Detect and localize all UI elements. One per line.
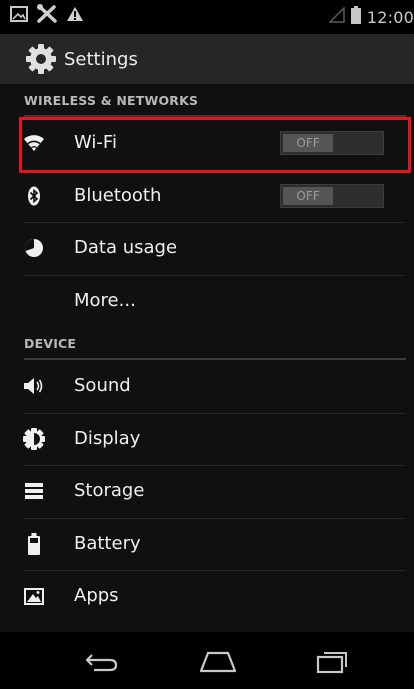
navigation-bar	[0, 632, 414, 689]
settings-item-bluetooth[interactable]: Bluetooth OFF	[0, 169, 414, 223]
more-label: More...	[74, 289, 136, 311]
section-header-wireless: WIRELESS & NETWORKS	[24, 84, 406, 117]
bluetooth-icon	[22, 184, 46, 208]
clock: 12:00	[366, 7, 414, 27]
page-title: Settings	[64, 48, 138, 70]
back-icon[interactable]	[72, 642, 132, 682]
bluetooth-label: Bluetooth	[74, 184, 162, 206]
action-bar: Settings	[0, 34, 414, 84]
battery-label: Battery	[74, 532, 141, 554]
settings-item-wifi[interactable]: Wi-Fi OFF	[0, 117, 414, 170]
settings-item-data-usage[interactable]: Data usage	[0, 222, 414, 275]
settings-item-display[interactable]: Display	[0, 412, 414, 466]
wifi-toggle-state: OFF	[283, 134, 333, 153]
settings-item-sound[interactable]: Sound	[0, 360, 414, 413]
sound-icon	[22, 374, 46, 398]
display-icon	[22, 427, 46, 451]
gallery-icon	[10, 6, 28, 26]
settings-item-battery[interactable]: Battery	[0, 517, 414, 571]
section-header-device: DEVICE	[24, 327, 406, 360]
settings-screen: 12:00 Settings WIRELESS & NETWORKS Wi-Fi…	[0, 0, 414, 689]
settings-list[interactable]: WIRELESS & NETWORKS Wi-Fi OFF Bluetooth …	[0, 84, 414, 632]
warning-icon	[66, 6, 84, 26]
sound-label: Sound	[74, 375, 131, 397]
display-label: Display	[74, 427, 141, 449]
battery-icon	[350, 6, 361, 28]
storage-label: Storage	[74, 480, 145, 502]
battery-icon	[22, 532, 46, 556]
tools-icon	[36, 4, 58, 28]
settings-gear-icon[interactable]	[24, 42, 58, 76]
apps-label: Apps	[74, 585, 119, 607]
settings-item-more[interactable]: More...	[0, 274, 414, 328]
notification-icons	[10, 4, 84, 28]
bluetooth-toggle[interactable]: OFF	[280, 183, 384, 208]
settings-item-storage[interactable]: Storage	[0, 465, 414, 518]
bluetooth-toggle-state: OFF	[283, 186, 333, 205]
data-usage-label: Data usage	[74, 237, 178, 259]
wifi-label: Wi-Fi	[74, 132, 117, 154]
system-indicators: 12:00	[328, 6, 414, 28]
recent-apps-icon[interactable]	[302, 642, 362, 682]
wifi-toggle[interactable]: OFF	[280, 131, 384, 156]
apps-icon	[22, 584, 46, 608]
data-usage-icon	[22, 236, 46, 260]
home-icon[interactable]	[188, 642, 248, 682]
storage-icon	[22, 479, 46, 503]
wifi-icon	[22, 131, 46, 155]
settings-item-apps[interactable]: Apps	[0, 570, 414, 623]
signal-icon	[328, 6, 345, 27]
status-bar: 12:00	[0, 0, 414, 34]
